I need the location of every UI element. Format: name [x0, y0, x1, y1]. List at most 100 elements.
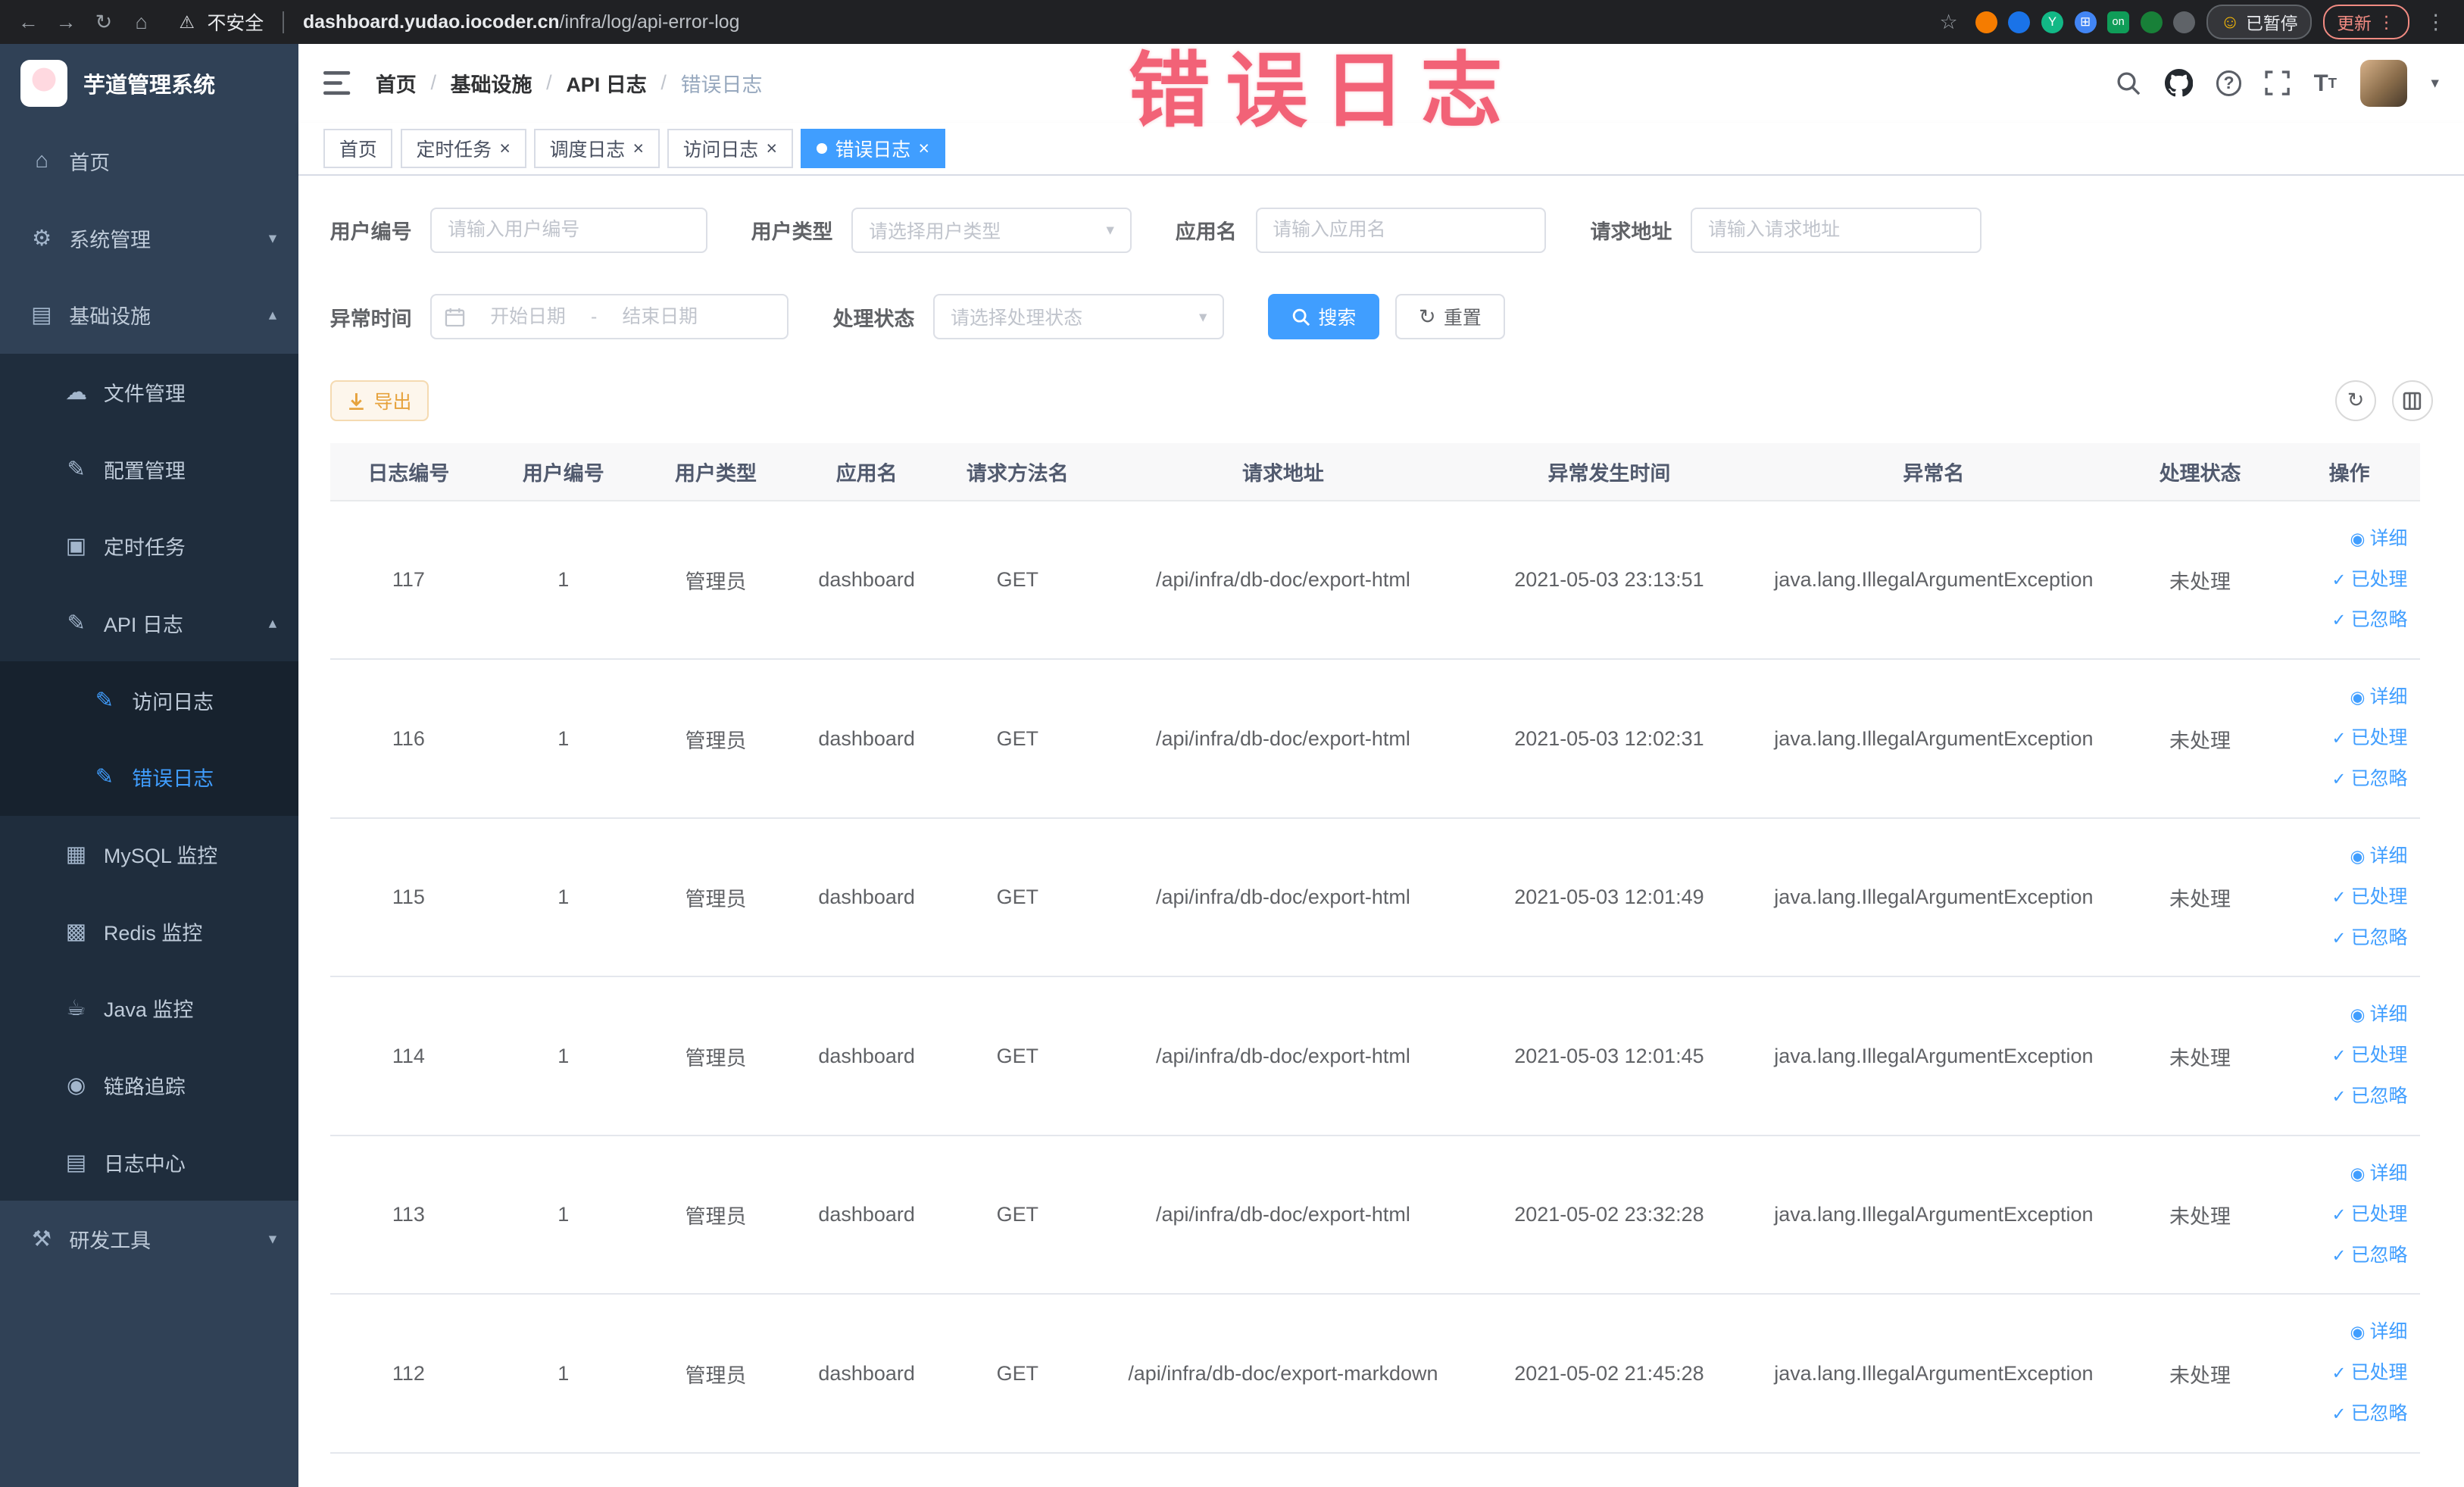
export-button[interactable]: 导出: [329, 380, 429, 421]
chevron-down-icon[interactable]: ▾: [2431, 73, 2439, 92]
detail-link[interactable]: ◉ 详细: [2350, 836, 2407, 877]
sidebar-item-mysql-monitor[interactable]: ▦ MySQL 监控: [0, 816, 298, 893]
column-settings-button[interactable]: [2391, 380, 2433, 421]
process-status-select[interactable]: 请选择处理状态 ▾: [933, 293, 1225, 340]
exception-name-cell: java.lang.IllegalArgumentException: [1774, 726, 2094, 750]
processed-link[interactable]: ✓ 已处理: [2331, 1195, 2407, 1236]
sidebar-item-trace[interactable]: ◉ 链路追踪: [0, 1047, 298, 1124]
browser-menu-icon[interactable]: ⋮: [2420, 6, 2451, 37]
check-icon: ✓: [2331, 927, 2347, 948]
extension-icon[interactable]: [2173, 11, 2196, 33]
back-icon[interactable]: ←: [13, 6, 44, 37]
table-body: 117 1 管理员 dashboard GET /api/infra/db-do…: [329, 501, 2421, 1454]
extension-icon[interactable]: [2140, 11, 2163, 33]
search-button[interactable]: 搜索: [1268, 293, 1380, 340]
sidebar-item-scheduled-jobs[interactable]: ▣ 定时任务: [0, 508, 298, 585]
column-header: 请求地址: [1242, 461, 1324, 485]
ignored-link[interactable]: ✓ 已忽略: [2331, 600, 2407, 641]
bookmark-star-icon[interactable]: ☆: [1933, 6, 1964, 37]
table-row: 117 1 管理员 dashboard GET /api/infra/db-do…: [329, 501, 2421, 661]
ignored-link[interactable]: ✓ 已忽略: [2331, 918, 2407, 959]
tab-home[interactable]: 首页: [323, 129, 393, 168]
column-header: 用户编号: [522, 461, 604, 485]
column-header: 应用名: [835, 461, 898, 485]
extension-icon[interactable]: ⊞: [2074, 11, 2097, 33]
detail-link[interactable]: ◉ 详细: [2350, 519, 2407, 560]
tab-schedule-log[interactable]: 调度日志 ×: [533, 129, 660, 168]
sidebar-item-redis-monitor[interactable]: ▩ Redis 监控: [0, 892, 298, 970]
ignored-link[interactable]: ✓ 已忽略: [2331, 759, 2407, 800]
paused-badge[interactable]: ☺ 已暂停: [2206, 5, 2313, 39]
font-size-icon[interactable]: TT: [2314, 70, 2337, 97]
sidebar-item-access-log[interactable]: ✎ 访问日志: [0, 661, 298, 739]
start-date-input[interactable]: [471, 305, 585, 328]
forward-icon[interactable]: →: [50, 6, 81, 37]
search-icon[interactable]: [2116, 70, 2141, 95]
end-date-input[interactable]: [603, 305, 717, 328]
reset-button[interactable]: ↻ 重置: [1395, 293, 1505, 340]
user-type-select[interactable]: 请选择用户类型 ▾: [851, 207, 1132, 253]
app-name-input[interactable]: [1255, 207, 1547, 253]
status-cell: 未处理: [2169, 1046, 2231, 1070]
sidebar-item-java-monitor[interactable]: ☕ Java 监控: [0, 970, 298, 1047]
extension-icon[interactable]: [2008, 11, 2031, 33]
sidebar-item-infrastructure[interactable]: ▤ 基础设施 ▴: [0, 276, 298, 354]
ignored-link[interactable]: ✓ 已忽略: [2331, 1236, 2407, 1276]
breadcrumb-api-log[interactable]: API 日志: [566, 68, 646, 98]
avatar[interactable]: [2360, 59, 2408, 108]
reload-icon[interactable]: ↻: [88, 6, 119, 37]
close-icon[interactable]: ×: [499, 139, 511, 158]
breadcrumb-infrastructure[interactable]: 基础设施: [451, 68, 532, 98]
ignored-link[interactable]: ✓ 已忽略: [2331, 1076, 2407, 1117]
processed-link[interactable]: ✓ 已处理: [2331, 718, 2407, 759]
tab-access-log[interactable]: 访问日志 ×: [667, 129, 793, 168]
extension-icon[interactable]: [1975, 11, 1997, 33]
processed-link[interactable]: ✓ 已处理: [2331, 560, 2407, 601]
processed-link[interactable]: ✓ 已处理: [2331, 1036, 2407, 1076]
detail-link[interactable]: ◉ 详细: [2350, 1154, 2407, 1195]
browser-home-icon[interactable]: ⌂: [126, 6, 157, 37]
user-id-cell: 1: [557, 1044, 570, 1067]
sidebar-item-config-management[interactable]: ✎ 配置管理: [0, 430, 298, 508]
sidebar-item-file-management[interactable]: ☁ 文件管理: [0, 354, 298, 431]
sidebar-item-home[interactable]: ⌂ 首页: [0, 123, 298, 200]
sidebar-item-dev-tools[interactable]: ⚒ 研发工具 ▾: [0, 1201, 298, 1278]
detail-link[interactable]: ◉ 详细: [2350, 677, 2407, 718]
extension-icon[interactable]: Y: [2041, 11, 2064, 33]
request-url-input[interactable]: [1691, 207, 1982, 253]
close-icon[interactable]: ×: [919, 139, 930, 158]
column-header: 操作: [2328, 461, 2370, 485]
detail-link[interactable]: ◉ 详细: [2350, 1312, 2407, 1353]
ignored-link[interactable]: ✓ 已忽略: [2331, 1394, 2407, 1435]
log-id-cell: 117: [392, 568, 425, 591]
table-row: 112 1 管理员 dashboard GET /api/infra/db-do…: [329, 1295, 2421, 1454]
tab-error-log[interactable]: 错误日志 ×: [801, 129, 945, 168]
github-icon[interactable]: [2164, 69, 2193, 97]
fullscreen-icon[interactable]: [2265, 70, 2291, 96]
security-label[interactable]: 不安全: [208, 8, 264, 36]
detail-link[interactable]: ◉ 详细: [2350, 995, 2407, 1036]
extension-icon[interactable]: on: [2107, 11, 2130, 33]
log-id-cell: 116: [392, 726, 425, 750]
refresh-button[interactable]: ↻: [2335, 380, 2376, 421]
sidebar-item-error-log[interactable]: ✎ 错误日志: [0, 739, 298, 816]
exception-time-range[interactable]: -: [430, 293, 789, 340]
address-bar[interactable]: dashboard.yudao.iocoder.cn/infra/log/api…: [303, 11, 1927, 33]
user-id-input[interactable]: [430, 207, 707, 253]
app-logo[interactable]: 芋道管理系统: [0, 44, 298, 123]
divider: [283, 11, 285, 33]
close-icon[interactable]: ×: [767, 139, 778, 158]
processed-link[interactable]: ✓ 已处理: [2331, 877, 2407, 918]
sidebar-item-system-management[interactable]: ⚙ 系统管理 ▾: [0, 199, 298, 276]
processed-link[interactable]: ✓ 已处理: [2331, 1353, 2407, 1394]
close-icon[interactable]: ×: [632, 139, 644, 158]
breadcrumb-home[interactable]: 首页: [376, 68, 417, 98]
tab-scheduled-jobs[interactable]: 定时任务 ×: [400, 129, 526, 168]
update-button[interactable]: 更新 ⋮: [2322, 5, 2409, 39]
user-id-cell: 1: [557, 568, 570, 591]
log-id-cell: 112: [392, 1361, 425, 1385]
help-icon[interactable]: ?: [2216, 70, 2242, 96]
sidebar-item-log-center[interactable]: ▤ 日志中心: [0, 1123, 298, 1201]
hamburger-icon[interactable]: [323, 71, 351, 95]
sidebar-item-api-log[interactable]: ✎ API 日志 ▴: [0, 585, 298, 662]
